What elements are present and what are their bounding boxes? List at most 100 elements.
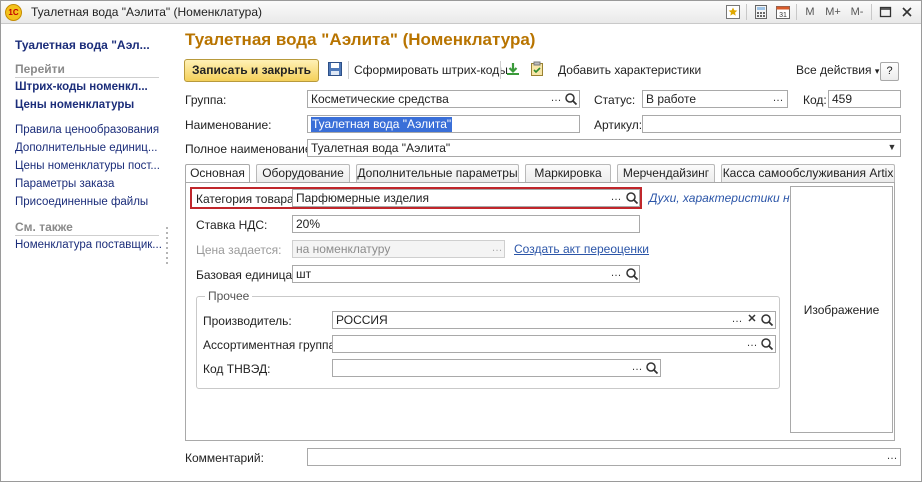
memory-minus-button[interactable]: M-: [847, 4, 867, 20]
maximize-icon[interactable]: [877, 4, 893, 20]
clear-icon[interactable]: ✕: [744, 312, 760, 328]
image-placeholder-label: Изображение: [803, 303, 880, 317]
ellipsis-icon[interactable]: …: [729, 312, 745, 328]
memory-plus-button[interactable]: M+: [823, 4, 843, 20]
search-icon[interactable]: [644, 360, 660, 376]
dropdown-arrow-icon: ▾: [874, 66, 880, 76]
status-label: Статус:: [594, 93, 636, 107]
close-icon[interactable]: [899, 4, 915, 20]
sidebar-section-see-also: См. также: [15, 220, 73, 234]
tab-additional-params[interactable]: Дополнительные параметры: [356, 164, 519, 182]
create-revaluation-act-link[interactable]: Создать акт переоценки: [514, 242, 649, 256]
assortment-group-label: Ассортиментная группа:: [203, 338, 339, 352]
calendar-icon[interactable]: 31: [775, 4, 791, 20]
price-set-value: на номенклатуру: [296, 242, 391, 256]
code-field[interactable]: 459: [828, 90, 901, 108]
category-label: Категория товара:: [196, 192, 298, 206]
code-label: Код:: [803, 93, 827, 107]
tab-self-checkout-artix[interactable]: Касса самообслуживания Artix: [721, 164, 895, 182]
category-value: Парфюмерные изделия: [296, 191, 429, 205]
save-icon[interactable]: [327, 61, 343, 77]
manufacturer-label: Производитель:: [203, 314, 292, 328]
sidebar-title[interactable]: Туалетная вода "Аэл...: [15, 38, 150, 52]
all-actions-label: Все действия: [796, 63, 872, 77]
save-and-close-button[interactable]: Записать и закрыть: [184, 59, 319, 82]
navigation-panel: Туалетная вода "Аэл... Перейти Штрих-код…: [1, 24, 169, 481]
add-characteristics-button[interactable]: Добавить характеристики: [558, 63, 701, 77]
sidebar-item-supplier-nomenclature[interactable]: Номенклатура поставщик...: [15, 239, 162, 251]
tab-marking[interactable]: Маркировка: [525, 164, 611, 182]
group-field[interactable]: Косметические средства …: [307, 90, 580, 108]
other-group-title: Прочее: [205, 289, 253, 303]
tnved-code-field[interactable]: …: [332, 359, 661, 377]
name-label: Наименование:: [185, 118, 272, 132]
name-field[interactable]: Туалетная вода "Аэлита": [307, 115, 580, 133]
panel-splitter-handle[interactable]: [166, 224, 169, 454]
image-area[interactable]: Изображение: [790, 186, 893, 433]
ellipsis-icon[interactable]: …: [770, 91, 786, 107]
window-title: Туалетная вода "Аэлита" (Номенклатура): [31, 5, 263, 19]
tab-merchandising[interactable]: Мерчендайзинг: [617, 164, 715, 182]
ellipsis-icon[interactable]: …: [608, 266, 624, 282]
price-set-field: на номенклатуру …: [292, 240, 505, 258]
sidebar-divider: [15, 77, 159, 78]
sidebar-item-order-params[interactable]: Параметры заказа: [15, 178, 114, 190]
manufacturer-field[interactable]: РОССИЯ … ✕: [332, 311, 776, 329]
search-icon[interactable]: [759, 336, 775, 352]
memory-m-button[interactable]: M: [803, 4, 817, 20]
base-unit-field[interactable]: шт …: [292, 265, 640, 283]
group-label: Группа:: [185, 93, 227, 107]
search-icon[interactable]: [759, 312, 775, 328]
ellipsis-icon[interactable]: …: [548, 91, 564, 107]
category-field[interactable]: Парфюмерные изделия …: [292, 189, 640, 207]
sidebar-item-additional-units[interactable]: Дополнительные единиц...: [15, 142, 157, 154]
ellipsis-icon[interactable]: …: [744, 336, 760, 352]
form-area: Туалетная вода "Аэлита" (Номенклатура) З…: [170, 24, 921, 481]
tab-equipment[interactable]: Оборудование: [256, 164, 350, 182]
tab-main[interactable]: Основная: [185, 164, 250, 183]
sidebar-section-go: Перейти: [15, 62, 65, 76]
vat-label: Ставка НДС:: [196, 218, 268, 232]
base-unit-label: Базовая единица:: [196, 268, 296, 282]
sidebar-divider: [15, 235, 159, 236]
dropdown-arrow-icon[interactable]: ▼: [884, 140, 900, 156]
app-window: 1С Туалетная вода "Аэлита" (Номенклатура…: [0, 0, 922, 482]
category-characteristics-link[interactable]: Духи, характеристики н...: [649, 191, 800, 205]
article-label: Артикул:: [594, 118, 643, 132]
ellipsis-icon[interactable]: …: [629, 360, 645, 376]
sidebar-item-attached-files[interactable]: Присоединенные файлы: [15, 196, 148, 208]
sidebar-item-pricing-rules[interactable]: Правила ценообразования: [15, 124, 159, 136]
help-button[interactable]: ?: [880, 62, 899, 81]
calculator-icon[interactable]: [753, 4, 769, 20]
status-field[interactable]: В работе …: [642, 90, 788, 108]
sidebar-item-supplier-prices[interactable]: Цены номенклатуры пост...: [15, 160, 160, 172]
tab-panel-main: Категория товара: Парфюмерные изделия … …: [185, 182, 895, 441]
download-arrow-icon[interactable]: [505, 61, 521, 77]
ellipsis-icon[interactable]: …: [608, 190, 624, 206]
status-value: В работе: [646, 92, 697, 106]
1c-logo-icon: 1С: [5, 4, 22, 21]
name-value: Туалетная вода "Аэлита": [311, 117, 453, 132]
group-value: Косметические средства: [311, 92, 449, 106]
tnved-code-label: Код ТНВЭД:: [203, 362, 271, 376]
sidebar-item-prices[interactable]: Цены номенклатуры: [15, 99, 134, 111]
search-icon[interactable]: [563, 91, 579, 107]
sidebar-item-barcodes[interactable]: Штрих-коды номенкл...: [15, 81, 148, 93]
assortment-group-field[interactable]: …: [332, 335, 776, 353]
search-icon[interactable]: [624, 190, 640, 206]
comment-field[interactable]: …: [307, 448, 901, 466]
generate-barcodes-button[interactable]: Сформировать штрих-коды: [354, 63, 508, 77]
full-name-field[interactable]: Туалетная вода "Аэлита" ▼: [307, 139, 901, 157]
full-name-label: Полное наименование:: [185, 142, 315, 156]
vat-field[interactable]: 20%: [292, 215, 640, 233]
title-bar: 1С Туалетная вода "Аэлита" (Номенклатура…: [1, 1, 921, 24]
full-name-value: Туалетная вода "Аэлита": [311, 141, 451, 155]
search-icon[interactable]: [624, 266, 640, 282]
clipboard-check-icon[interactable]: [529, 61, 545, 77]
ellipsis-icon[interactable]: …: [884, 449, 900, 465]
svg-text:31: 31: [779, 12, 787, 19]
all-actions-menu[interactable]: Все действия ▾: [796, 63, 879, 77]
article-field[interactable]: [642, 115, 901, 133]
bookmark-star-icon[interactable]: [725, 4, 741, 20]
ellipsis-icon: …: [491, 242, 503, 254]
